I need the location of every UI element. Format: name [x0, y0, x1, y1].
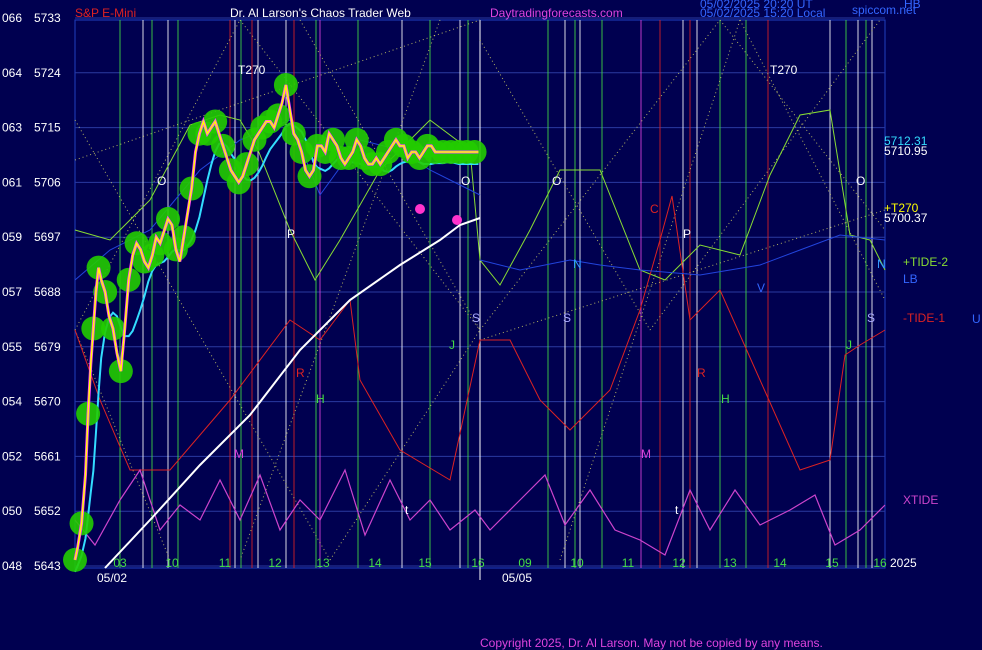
legend-label: +TIDE-2 [903, 255, 948, 269]
y-tick-left: 050 [2, 504, 22, 518]
legend-label: XTIDE [903, 493, 938, 507]
chart-letter: H [721, 392, 730, 406]
chart-letter: P [683, 227, 691, 241]
chart-letter: T270 [770, 63, 798, 77]
y-tick-price: 5697 [34, 230, 61, 244]
x-hour-tick: 13 [723, 556, 737, 570]
y-tick-price: 5724 [34, 66, 61, 80]
y-tick-left: 061 [2, 175, 22, 189]
chart-letter: O [856, 174, 865, 188]
chart-letter: N [573, 257, 582, 271]
y-tick-left: 055 [2, 340, 22, 354]
turn-marker-dot [452, 215, 462, 225]
chart-letter: O [552, 174, 561, 188]
legend-label: U [972, 312, 981, 326]
chart-letter: P [287, 227, 295, 241]
chart-letter: S [867, 311, 875, 325]
x-hour-tick: 14 [773, 556, 787, 570]
y-tick-price: 5679 [34, 340, 61, 354]
chart-letter: M [234, 447, 244, 461]
chart-letter: H [316, 392, 325, 406]
y-tick-left: 052 [2, 449, 22, 463]
x-hour-tick: 12 [672, 556, 686, 570]
x-date-label: 05/05 [502, 571, 532, 585]
chart-letter: O [157, 174, 166, 188]
y-tick-left: 059 [2, 230, 22, 244]
y-tick-price: 5643 [34, 559, 61, 573]
x-hour-tick: 15 [825, 556, 839, 570]
chart-letter: T270 [238, 63, 266, 77]
y-tick-left: 063 [2, 121, 22, 135]
chart-letter: O [461, 174, 470, 188]
turn-marker-dot [415, 204, 425, 214]
chart-letter: V [757, 281, 765, 295]
x-hour-tick: 12 [268, 556, 282, 570]
chart-letter: C [650, 202, 659, 216]
y-tick-left: 048 [2, 559, 22, 573]
price-label-3: 5700.37 [884, 211, 928, 225]
chart-letter: S [563, 311, 571, 325]
x-hour-tick: 13 [316, 556, 330, 570]
copyright-notice: Copyright 2025, Dr. Al Larson. May not b… [480, 636, 823, 650]
legend-label: -TIDE-1 [903, 311, 945, 325]
y-tick-price: 5670 [34, 395, 61, 409]
y-tick-left: 066 [2, 11, 22, 25]
x-hour-tick: 15 [418, 556, 432, 570]
x-hour-tick: 03 [113, 556, 127, 570]
price-label-2: 5710.95 [884, 144, 928, 158]
page-title: Dr. Al Larson's Chaos Trader Web [230, 6, 411, 20]
x-hour-tick: 10 [165, 556, 179, 570]
x-hour-tick: 11 [622, 556, 635, 570]
chart-background [0, 0, 982, 650]
x-hour-tick: 16 [873, 556, 887, 570]
instrument-title: S&P E-Mini [75, 6, 136, 20]
site-link[interactable]: Daytradingforecasts.com [490, 6, 623, 20]
x-hour-tick: 10 [570, 556, 584, 570]
y-tick-left: 057 [2, 285, 22, 299]
x-hour-tick: 11 [219, 556, 232, 570]
x-hour-tick: 16 [471, 556, 485, 570]
chaos-trader-chart: S&P E-Mini Dr. Al Larson's Chaos Trader … [0, 0, 982, 650]
x-date-label: 05/02 [97, 571, 127, 585]
x-hour-tick: 14 [368, 556, 382, 570]
chart-letter: N [877, 257, 886, 271]
y-tick-price: 5733 [34, 11, 61, 25]
chart-letter: R [697, 366, 706, 380]
y-tick-price: 5688 [34, 285, 61, 299]
timestamp-local: 05/02/2025 15:20 Local [700, 6, 825, 20]
chart-letter: J [449, 338, 455, 352]
y-tick-price: 5715 [34, 121, 61, 135]
y-tick-price: 5661 [34, 449, 61, 463]
chart-letter: M [641, 447, 651, 461]
chart-letter: S [472, 311, 480, 325]
y-tick-price: 5652 [34, 504, 61, 518]
corner-hb: HB [904, 0, 921, 11]
y-tick-left: 064 [2, 66, 22, 80]
chart-letter: R [296, 366, 305, 380]
y-tick-price: 5706 [34, 175, 61, 189]
year-label: 2025 [890, 556, 917, 570]
y-tick-left: 054 [2, 395, 22, 409]
chart-letter: J [846, 338, 852, 352]
legend-label: LB [903, 272, 918, 286]
x-hour-tick: 09 [518, 556, 532, 570]
